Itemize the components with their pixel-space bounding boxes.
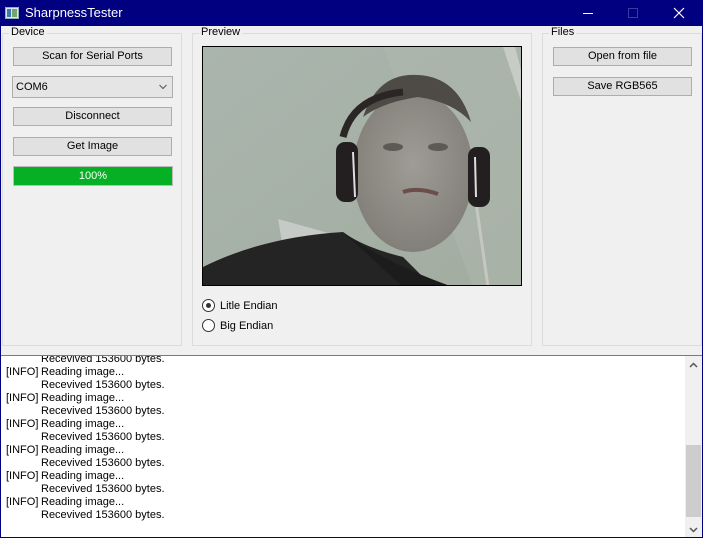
chevron-down-icon [159, 84, 167, 90]
log-line: Recevived 153600 bytes. [6, 509, 165, 522]
log-line: Recevived 153600 bytes. [6, 405, 165, 418]
minimize-button[interactable] [565, 0, 611, 26]
maximize-button[interactable] [610, 0, 656, 26]
port-select-value: COM6 [16, 81, 48, 93]
title-bar[interactable]: SharpnessTester [0, 0, 703, 26]
log-line: Recevived 153600 bytes. [6, 457, 165, 470]
device-group: Device Scan for Serial Ports COM6 Discon… [2, 26, 182, 346]
scroll-down-button[interactable] [685, 521, 702, 537]
app-icon [5, 7, 19, 19]
log-line: Recevived 153600 bytes. [6, 379, 165, 392]
log-line: [INFO] Reading image... [6, 392, 165, 405]
log-scrollbar[interactable] [685, 356, 702, 537]
radio-unchecked-icon [202, 319, 215, 332]
minimize-icon [583, 13, 593, 14]
scroll-thumb[interactable] [686, 445, 701, 517]
get-image-button[interactable]: Get Image [13, 137, 172, 156]
close-icon [673, 7, 685, 19]
preview-picture [203, 47, 521, 285]
disconnect-button[interactable]: Disconnect [13, 107, 172, 126]
device-group-title: Device [9, 26, 47, 38]
app-window: SharpnessTester Device Scan for Serial P… [0, 0, 703, 538]
log-message: Recevived 153600 bytes. [41, 431, 165, 443]
log-textarea[interactable]: Recevived 153600 bytes. [INFO] Reading ima… [1, 355, 702, 537]
scan-serial-ports-button[interactable]: Scan for Serial Ports [13, 47, 172, 66]
log-tag: [INFO] [6, 496, 39, 508]
little-endian-radio[interactable]: Litle Endian [202, 299, 278, 312]
log-line: [INFO] Reading image... [6, 496, 165, 509]
preview-group: Preview Litle Endian Big Endian [192, 26, 532, 346]
progress-bar: 100% [13, 166, 173, 186]
log-lines: Recevived 153600 bytes. [INFO] Reading ima… [6, 355, 165, 522]
chevron-up-icon [689, 361, 698, 368]
log-line: [INFO] Reading image... [6, 444, 165, 457]
preview-group-title: Preview [199, 26, 243, 38]
progress-label: 100% [78, 170, 108, 182]
maximize-icon [628, 8, 638, 18]
log-message: Recevived 153600 bytes. [41, 405, 165, 417]
log-message: Recevived 153600 bytes. [41, 509, 165, 521]
save-rgb565-button[interactable]: Save RGB565 [553, 77, 692, 96]
log-tag: [INFO] [6, 444, 39, 456]
window-title: SharpnessTester [25, 5, 123, 20]
log-message: Recevived 153600 bytes. [41, 457, 165, 469]
log-tag: [INFO] [6, 366, 39, 378]
log-line: Recevived 153600 bytes. [6, 355, 165, 366]
log-message: Reading image... [41, 418, 125, 430]
files-group: Files Open from file Save RGB565 [542, 26, 702, 346]
log-line: Recevived 153600 bytes. [6, 431, 165, 444]
log-message: Recevived 153600 bytes. [41, 483, 165, 495]
log-tag: [INFO] [6, 418, 39, 430]
log-tag: [INFO] [6, 392, 39, 404]
log-message: Reading image... [41, 444, 125, 456]
log-line: Recevived 153600 bytes. [6, 483, 165, 496]
log-message: Reading image... [41, 496, 125, 508]
log-message: Reading image... [41, 366, 125, 378]
client-area: Device Scan for Serial Ports COM6 Discon… [1, 26, 702, 537]
log-line: [INFO] Reading image... [6, 366, 165, 379]
little-endian-label: Litle Endian [220, 299, 278, 312]
close-button[interactable] [656, 0, 702, 26]
chevron-down-icon [689, 526, 698, 533]
scroll-up-button[interactable] [685, 356, 702, 373]
log-line: [INFO] Reading image... [6, 470, 165, 483]
log-line: [INFO] Reading image... [6, 418, 165, 431]
radio-checked-icon [202, 299, 215, 312]
big-endian-label: Big Endian [220, 319, 274, 332]
port-select[interactable]: COM6 [12, 76, 173, 98]
log-tag: [INFO] [6, 470, 39, 482]
log-message: Reading image... [41, 392, 125, 404]
log-message: Reading image... [41, 470, 125, 482]
open-from-file-button[interactable]: Open from file [553, 47, 692, 66]
log-message: Recevived 153600 bytes. [41, 379, 165, 391]
big-endian-radio[interactable]: Big Endian [202, 319, 273, 332]
files-group-title: Files [549, 26, 577, 38]
preview-image [202, 46, 522, 286]
log-message: Recevived 153600 bytes. [41, 355, 165, 365]
